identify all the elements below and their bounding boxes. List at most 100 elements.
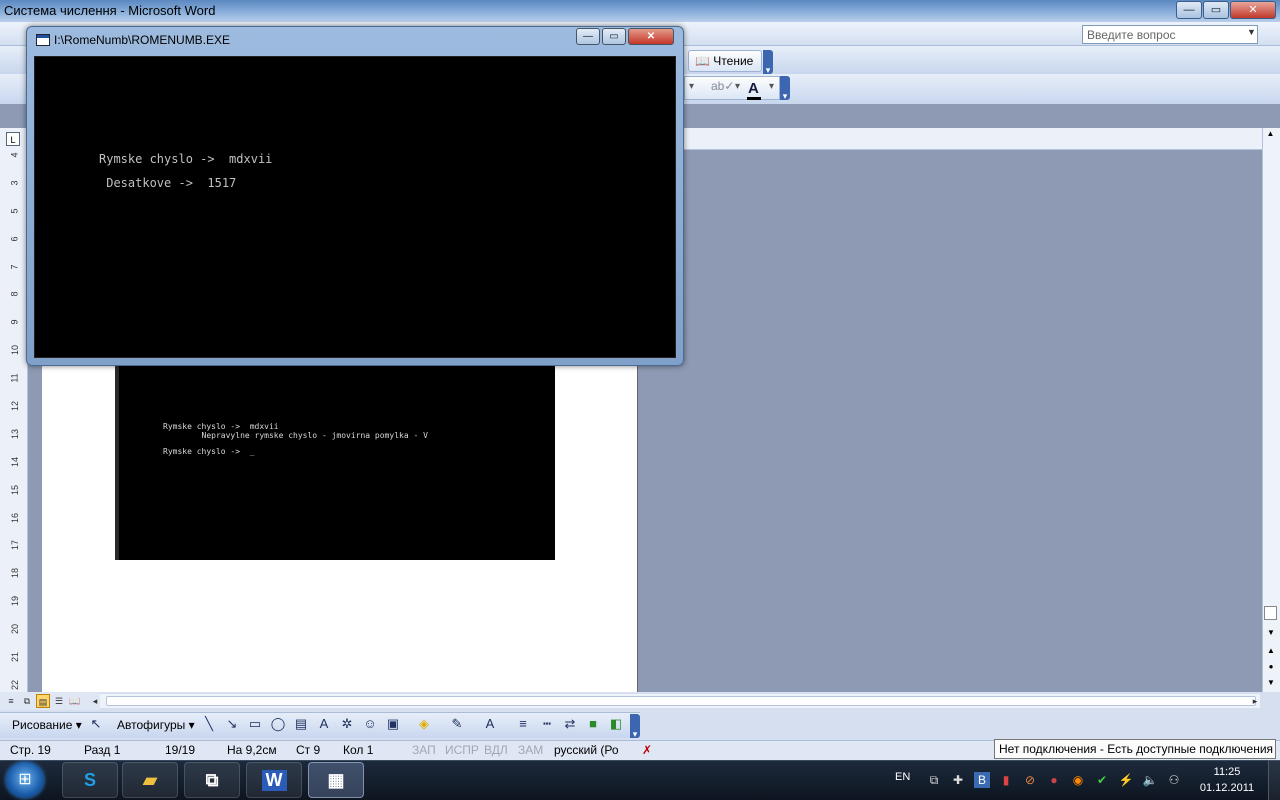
console-app-icon[interactable] <box>36 34 50 46</box>
dash-style-icon[interactable]: ┅ <box>539 716 555 732</box>
horizontal-scrollbar-thumb[interactable] <box>106 696 1256 706</box>
windows-switch-icon: ⧉ <box>205 769 219 790</box>
windows-logo-icon: ⊞ <box>18 771 32 788</box>
taskbar-explorer-button[interactable]: ▰ <box>122 762 178 798</box>
tray-update-icon[interactable]: ◉ <box>1070 772 1086 788</box>
web-view-icon[interactable]: ⧉ <box>20 694 34 708</box>
taskbar-word-button[interactable]: W <box>246 762 302 798</box>
tray-signal-icon[interactable]: ▮ <box>998 772 1014 788</box>
next-page-icon[interactable]: ▼ <box>1265 678 1277 688</box>
normal-view-icon[interactable]: ≡ <box>4 694 18 708</box>
tray-vk-icon[interactable]: B <box>974 772 990 788</box>
tray-usb-icon[interactable]: ⚡ <box>1118 772 1134 788</box>
language-indicator[interactable]: EN <box>895 771 910 783</box>
clock-date[interactable]: 01.12.2011 <box>1196 782 1258 794</box>
fill-color-icon[interactable]: ◈ <box>416 716 432 732</box>
insert-picture-icon[interactable]: ▣ <box>385 716 401 732</box>
rectangle-tool-icon[interactable]: ▭ <box>247 716 263 732</box>
text-box-icon[interactable]: ▤ <box>293 716 309 732</box>
console-close-button[interactable]: ✕ <box>628 28 674 45</box>
word-minimize-button[interactable]: — <box>1176 1 1202 19</box>
status-page-of: 19/19 <box>165 743 196 757</box>
tray-window-icon[interactable]: ⧉ <box>926 772 942 788</box>
outline-view-icon[interactable]: ☰ <box>52 694 66 708</box>
ruler-number: 11 <box>10 373 20 383</box>
status-overtype[interactable]: ЗАМ <box>518 743 543 757</box>
select-objects-icon[interactable]: ↖ <box>88 716 104 732</box>
taskbar-windows-button[interactable]: ⧉ <box>184 762 240 798</box>
help-question-input[interactable]: Введите вопрос <box>1082 25 1258 44</box>
scroll-down-arrow-icon[interactable]: ▼ <box>1265 628 1277 638</box>
tab-selector-button[interactable]: L <box>6 132 20 146</box>
status-column: Кол 1 <box>343 743 374 757</box>
show-desktop-button[interactable] <box>1268 760 1280 800</box>
spelling-status-icon[interactable]: ✗ <box>642 743 652 757</box>
line-color-icon[interactable]: ✎ <box>449 716 465 732</box>
console-maximize-button[interactable]: ▭ <box>602 28 626 45</box>
scroll-up-arrow-icon[interactable]: ▲ <box>1264 130 1277 138</box>
drawing-menu-button[interactable]: Рисование ▾ <box>12 718 82 732</box>
3d-style-icon[interactable]: ◧ <box>608 716 624 732</box>
dropdown-arrow-icon[interactable]: ▾ <box>735 81 740 92</box>
tray-tool-icon[interactable]: ✚ <box>950 772 966 788</box>
ruler-number: 21 <box>9 652 20 663</box>
spelling-icon[interactable]: ab✓ <box>711 79 734 93</box>
console-window-title: I:\RomeNumb\ROMENUMB.EXE <box>54 33 231 47</box>
embedded-console-image[interactable]: Rymske chyslo -> mdxvii Nepravylne rymsk… <box>115 364 555 560</box>
toolbar-options-button[interactable]: ▾ <box>780 76 790 101</box>
console-minimize-button[interactable]: — <box>576 28 600 45</box>
tray-antivirus-icon[interactable]: ● <box>1046 772 1062 788</box>
status-section: Разд 1 <box>84 743 121 757</box>
line-tool-icon[interactable]: ╲ <box>201 716 217 732</box>
toolbar-options-button[interactable]: ▾ <box>763 50 773 75</box>
ruler-number: 14 <box>9 456 20 467</box>
oval-tool-icon[interactable]: ◯ <box>270 716 286 732</box>
shadow-style-icon[interactable]: ■ <box>585 716 601 732</box>
word-maximize-button[interactable]: ▭ <box>1203 1 1229 19</box>
diagram-icon[interactable]: ✲ <box>339 716 355 732</box>
word-close-button[interactable]: ✕ <box>1230 1 1276 19</box>
console-screen[interactable]: Rymske chyslo -> mdxvii Desatkove -> 151… <box>34 56 676 358</box>
ruler-number: 17 <box>9 540 20 551</box>
ruler-number: 10 <box>9 345 20 356</box>
taskbar-skype-button[interactable]: S <box>62 762 118 798</box>
select-browse-object-icon[interactable]: ● <box>1265 662 1277 672</box>
ruler-number: 20 <box>9 624 20 635</box>
dropdown-arrow-icon[interactable]: ▾ <box>769 81 774 92</box>
autoshapes-menu-button[interactable]: Автофигуры ▾ <box>117 718 195 732</box>
vertical-scrollbar-thumb[interactable] <box>1264 606 1277 620</box>
ruler-number: 8 <box>9 291 20 297</box>
network-icon[interactable]: ⚇ <box>1166 772 1182 788</box>
ruler-number: 4 <box>9 152 20 158</box>
clip-art-icon[interactable]: ☺ <box>362 716 378 732</box>
taskbar-console-button[interactable]: ▦ <box>308 762 364 798</box>
chevron-down-icon[interactable]: ▼ <box>1247 27 1256 37</box>
volume-icon[interactable]: 🔈 <box>1142 772 1158 788</box>
clock-time[interactable]: 11:25 <box>1202 766 1252 778</box>
line-style-icon[interactable]: ≡ <box>515 716 531 732</box>
dropdown-arrow-icon[interactable]: ▾ <box>689 81 694 92</box>
arrow-tool-icon[interactable]: ↘ <box>224 716 240 732</box>
ruler-number: 3 <box>9 180 20 186</box>
ruler-number: 16 <box>9 512 20 523</box>
embedded-console-line: Nepravylne rymske chyslo - jmovirna pomy… <box>163 431 428 440</box>
ruler-number: 7 <box>9 264 20 270</box>
font-color-icon[interactable]: A <box>482 716 498 732</box>
wordart-icon[interactable]: A <box>316 716 332 732</box>
tray-blocked-icon[interactable]: ⊘ <box>1022 772 1038 788</box>
previous-page-icon[interactable]: ▲ <box>1265 646 1277 656</box>
status-position: На 9,2см <box>227 743 277 757</box>
status-language[interactable]: русский (Ро <box>554 743 619 757</box>
arrow-style-icon[interactable]: ⇄ <box>562 716 578 732</box>
status-record-macro[interactable]: ЗАП <box>412 743 436 757</box>
tray-check-icon[interactable]: ✔ <box>1094 772 1110 788</box>
reading-view-icon[interactable]: 📖 <box>68 694 82 708</box>
reading-mode-button[interactable]: 📖 Чтение <box>688 50 762 72</box>
status-track-changes[interactable]: ИСПР <box>445 743 479 757</box>
scroll-right-arrow-icon[interactable]: ▸ <box>1248 694 1262 708</box>
print-layout-icon[interactable]: ▤ <box>36 694 50 708</box>
toolbar-options-button[interactable]: ▾ <box>630 714 640 739</box>
formatting-toolbar-tail: ▾ ab✓ ▾ ▾ <box>684 76 780 100</box>
font-color-icon[interactable]: A <box>747 80 761 100</box>
status-extend-selection[interactable]: ВДЛ <box>484 743 508 757</box>
